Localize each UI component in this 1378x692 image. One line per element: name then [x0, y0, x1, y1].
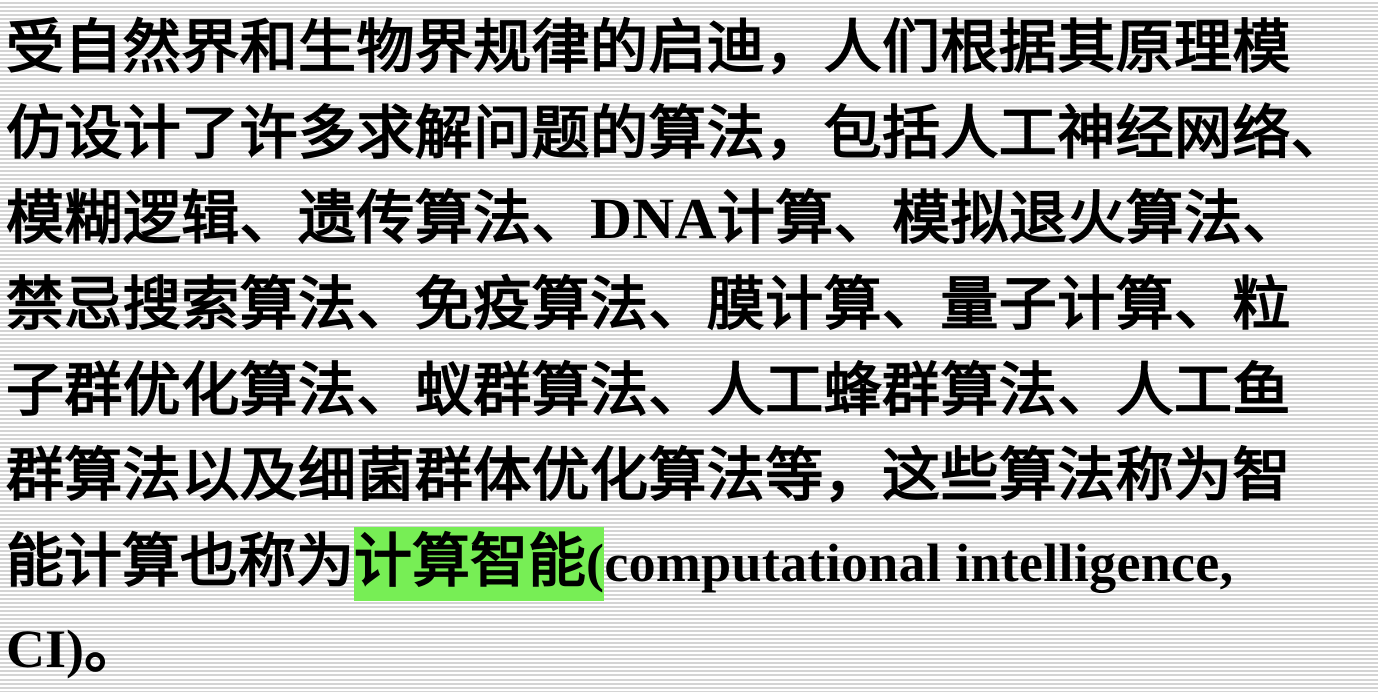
text-line-7: 能计算也称为计算智能(computational intelligence,: [6, 518, 1233, 604]
slide: 受自然界和生物界规律的启迪，人们根据其原理模 仿设计了许多求解问题的算法，包括人…: [0, 0, 1378, 681]
english-term: computational intelligence,: [604, 533, 1234, 593]
highlighted-term-text: 计算智能: [354, 527, 587, 595]
text-line-3: 模糊逻辑、遗传算法、DNA计算、模拟退火算法、: [6, 175, 1301, 261]
text-line-7-start: 能计算也称为: [6, 527, 355, 595]
text-line-6: 群算法以及细菌群体优化算法等，这些算法称为智: [6, 441, 1291, 509]
text-line-8-end: 。: [84, 613, 143, 681]
text-line-8: CI)。: [6, 604, 142, 690]
highlighted-term: 计算智能(: [354, 527, 605, 601]
ci-abbreviation: CI): [6, 619, 84, 679]
text-line-5: 子群优化算法、蚁群算法、人工蜂群算法、人工鱼: [6, 356, 1291, 424]
text-line-4: 禁忌搜索算法、免疫算法、膜计算、量子计算、粒: [6, 270, 1291, 338]
text-line-2: 仿设计了许多求解问题的算法，包括人工神经网络、: [6, 99, 1350, 167]
open-paren: (: [586, 533, 605, 593]
dna-term: DNA: [590, 186, 717, 251]
text-line-1: 受自然界和生物界规律的启迪，人们根据其原理模: [6, 13, 1291, 81]
text-line-3-start: 模糊逻辑、遗传算法、: [6, 184, 591, 252]
text-line-3-end: 计算、模拟退火算法、: [716, 184, 1301, 252]
